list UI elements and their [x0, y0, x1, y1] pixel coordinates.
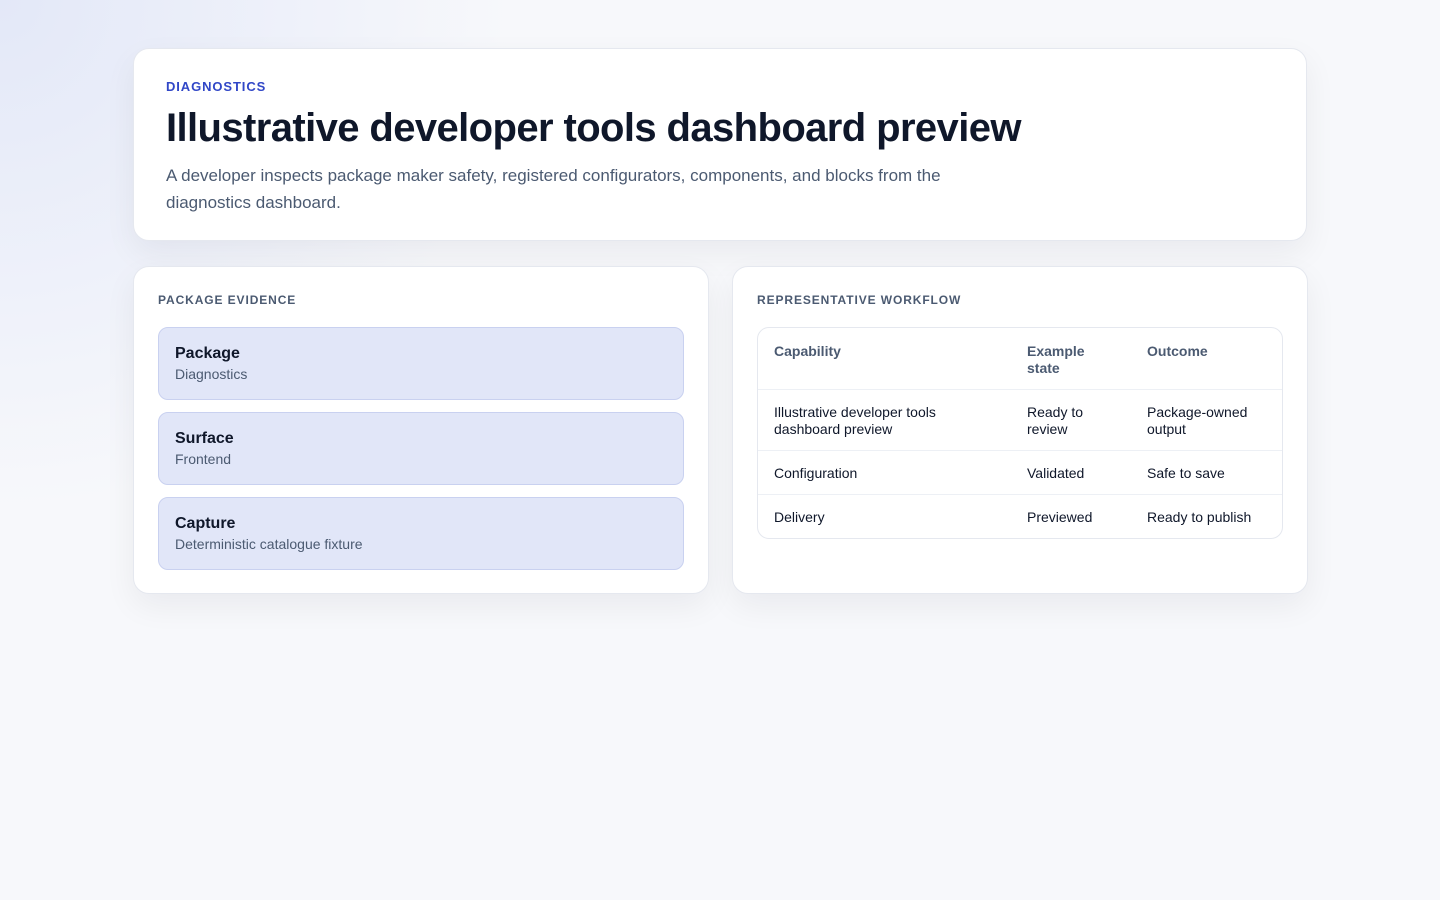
evidence-item-title: Package — [175, 345, 240, 362]
table-row: Delivery Previewed Ready to publish — [758, 494, 1282, 538]
column-header-outcome: Outcome — [1131, 328, 1282, 390]
evidence-item-title: Capture — [175, 515, 236, 532]
table-cell: Ready to publish — [1147, 508, 1252, 525]
column-header-example-state: Example state — [1011, 328, 1131, 390]
package-evidence-card: PACKAGE EVIDENCE Package Diagnostics Sur… — [133, 266, 709, 594]
evidence-item-package: Package Diagnostics — [158, 327, 684, 400]
page-title: Illustrative developer tools dashboard p… — [166, 106, 1021, 150]
table-cell: Validated — [1011, 450, 1131, 495]
workflow-table: Capability Example state Outcome Illustr… — [758, 328, 1282, 538]
table-cell: Package-owned output — [1131, 389, 1282, 451]
evidence-item-capture: Capture Deterministic catalogue fixture — [158, 497, 684, 570]
evidence-item-surface: Surface Frontend — [158, 412, 684, 485]
package-evidence-label: PACKAGE EVIDENCE — [158, 293, 297, 307]
representative-workflow-card: REPRESENTATIVE WORKFLOW Capability Examp… — [732, 266, 1308, 594]
table-header-row: Capability Example state Outcome — [758, 328, 1282, 390]
hero-description: A developer inspects package maker safet… — [166, 166, 941, 212]
column-header-capability: Capability — [758, 328, 1011, 390]
table-cell: Ready to review — [1011, 389, 1131, 451]
representative-workflow-label: REPRESENTATIVE WORKFLOW — [757, 293, 962, 307]
table-cell: Delivery — [774, 508, 825, 525]
table-row: Configuration Validated Safe to save — [758, 450, 1282, 495]
table-cell: Illustrative developer tools dashboard p… — [758, 389, 1011, 451]
evidence-item-value: Deterministic catalogue fixture — [175, 536, 363, 552]
evidence-item-value: Diagnostics — [175, 366, 248, 382]
workflow-table-container: Capability Example state Outcome Illustr… — [757, 327, 1283, 539]
table-row: Illustrative developer tools dashboard p… — [758, 389, 1282, 451]
hero-eyebrow: DIAGNOSTICS — [166, 79, 267, 94]
table-cell: Safe to save — [1131, 450, 1282, 495]
table-cell: Previewed — [1027, 508, 1093, 525]
hero-card: DIAGNOSTICS Illustrative developer tools… — [133, 48, 1307, 241]
evidence-item-title: Surface — [175, 430, 234, 447]
evidence-item-value: Frontend — [175, 451, 232, 467]
table-cell: Configuration — [758, 450, 1011, 495]
evidence-list: Package Diagnostics Surface Frontend Cap… — [158, 327, 684, 570]
